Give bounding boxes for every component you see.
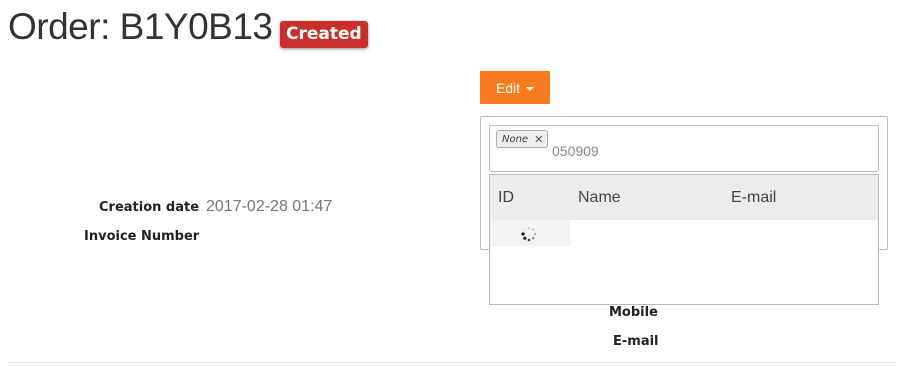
column-header-name[interactable]: Name xyxy=(578,189,621,207)
results-table-header: ID Name E-mail xyxy=(490,175,878,220)
email-label: E-mail xyxy=(613,334,659,349)
caret-down-icon xyxy=(526,86,535,91)
creation-date-value: 2017-02-28 01:47 xyxy=(206,198,333,215)
selected-chip-label: None xyxy=(502,133,529,145)
customer-search-input[interactable] xyxy=(552,143,852,159)
edit-button-label: Edit xyxy=(495,79,521,96)
edit-button[interactable]: Edit xyxy=(480,71,550,104)
creation-date-label: Creation date xyxy=(99,200,200,215)
invoice-number-label: Invoice Number xyxy=(84,229,200,244)
section-divider xyxy=(8,362,896,363)
spinner-icon xyxy=(521,226,537,242)
customer-results-dropdown: ID Name E-mail xyxy=(489,174,879,305)
status-badge: Created xyxy=(280,21,368,48)
column-header-email[interactable]: E-mail xyxy=(731,189,776,207)
close-icon[interactable]: ✕ xyxy=(534,133,543,146)
customer-select[interactable]: None ✕ xyxy=(489,125,879,172)
loading-cell xyxy=(490,220,570,246)
selected-chip[interactable]: None ✕ xyxy=(496,130,549,148)
page-title: Order: B1Y0B13 xyxy=(8,6,273,47)
column-header-id[interactable]: ID xyxy=(498,189,514,207)
mobile-label: Mobile xyxy=(609,305,658,320)
